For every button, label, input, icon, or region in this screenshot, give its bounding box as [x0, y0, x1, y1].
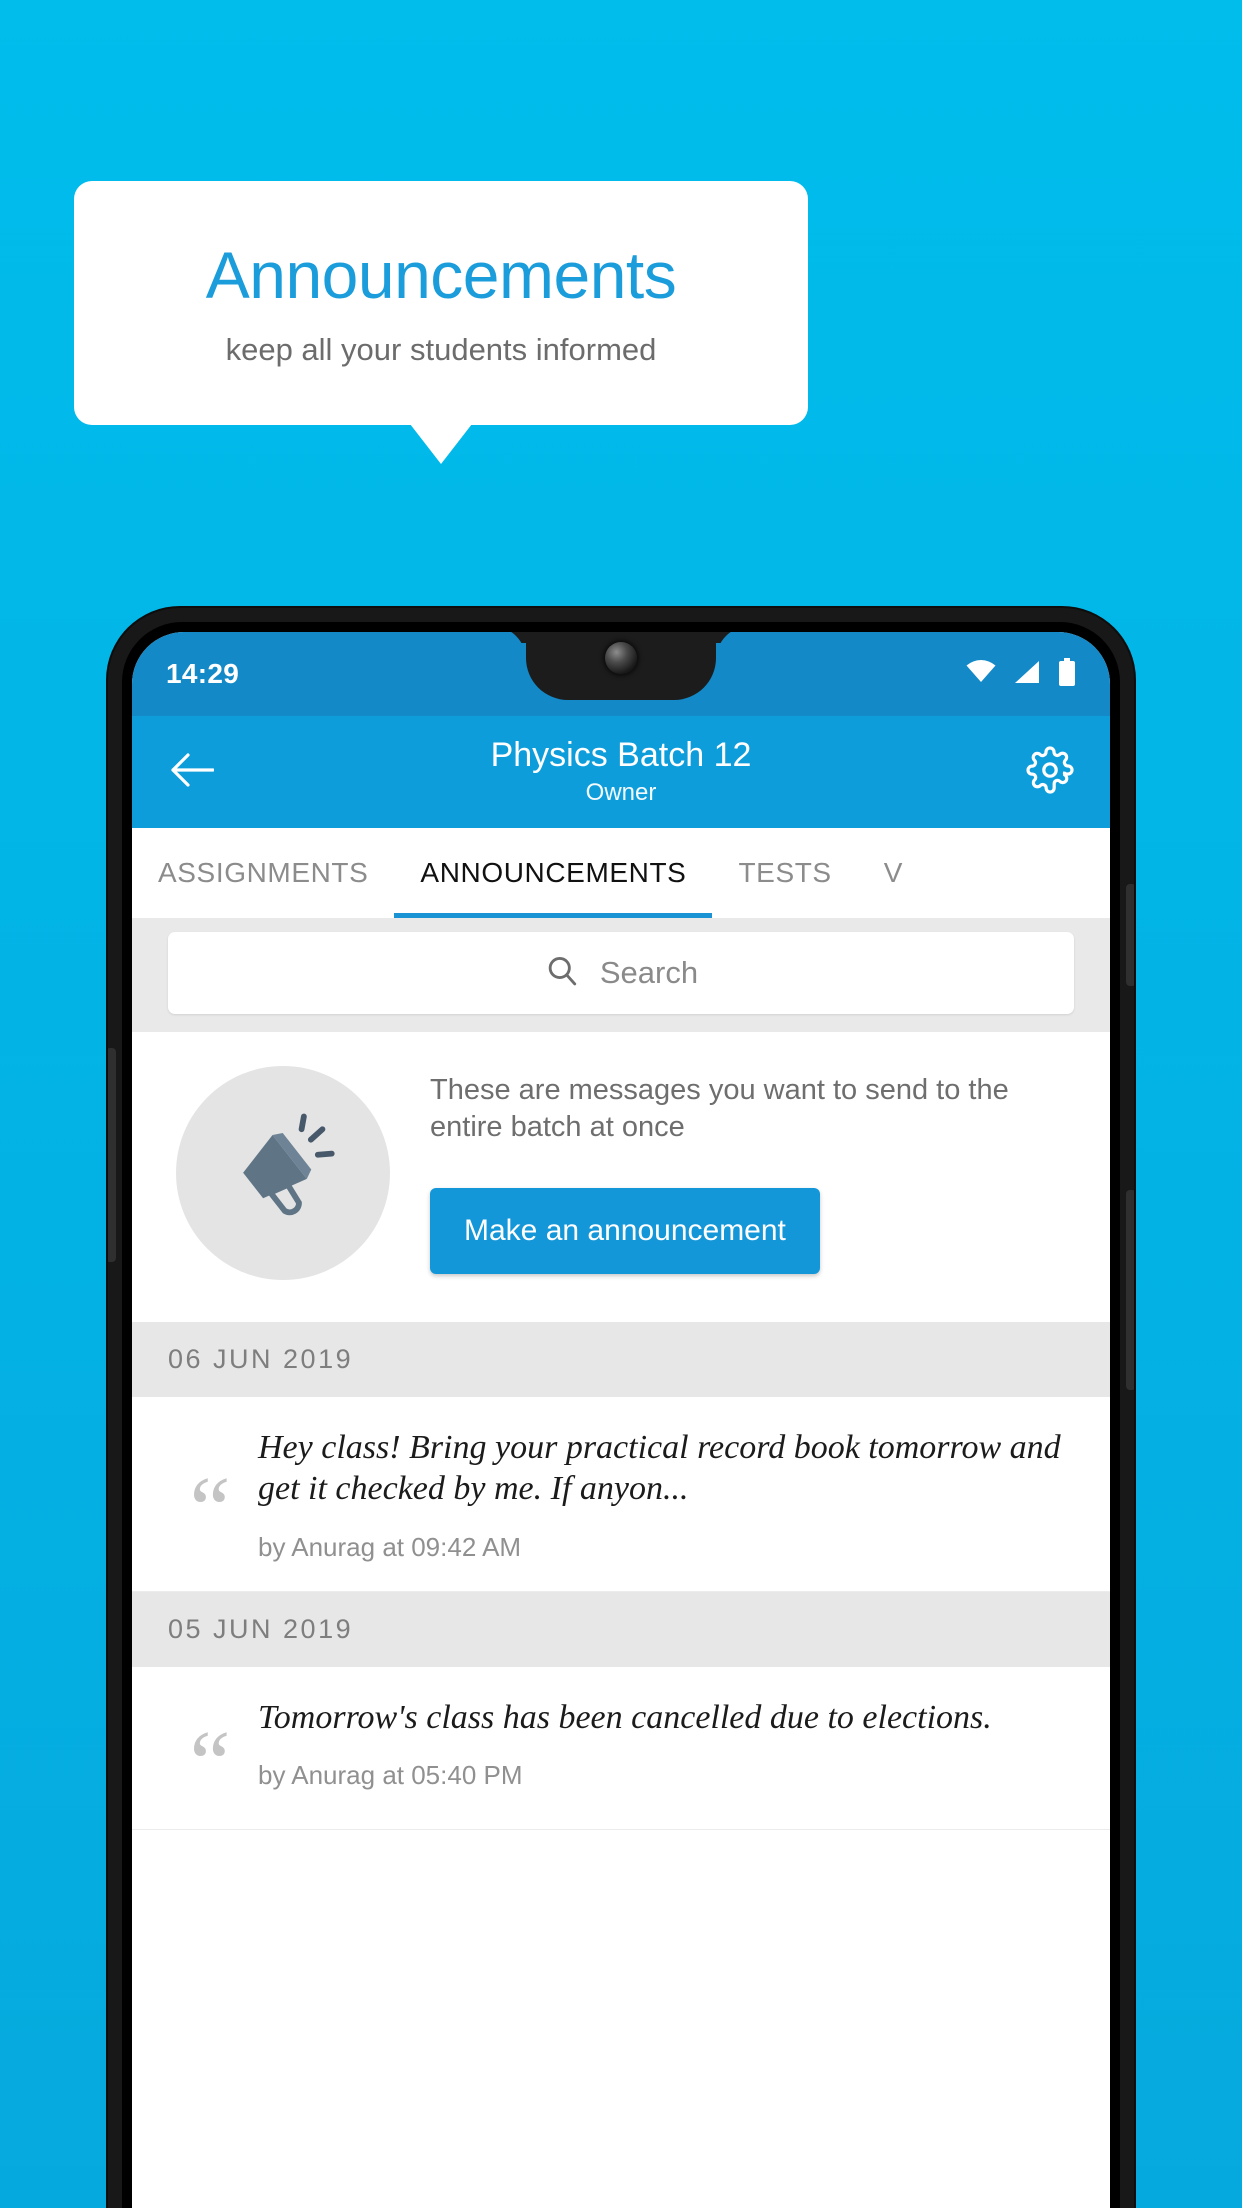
announcement-row[interactable]: “ Hey class! Bring your practical record…	[132, 1397, 1110, 1592]
status-time: 14:29	[166, 658, 240, 689]
phone-bezel: 14:29 Physics Batch 12 Owner ASSIGNMENTS…	[122, 622, 1120, 2208]
hero-callout-tail	[410, 424, 472, 464]
promo-content: These are messages you want to send to t…	[430, 1072, 1080, 1275]
search-section: Search	[132, 918, 1110, 1032]
hero-title: Announcements	[205, 237, 677, 312]
app-bar-titles: Physics Batch 12 Owner	[132, 735, 1110, 809]
announcement-row[interactable]: “ Tomorrow's class has been cancelled du…	[132, 1666, 1110, 1830]
phone-notch	[526, 632, 716, 700]
wifi-icon	[966, 659, 996, 689]
search-icon	[544, 953, 580, 994]
empty-state-promo: These are messages you want to send to t…	[132, 1032, 1110, 1322]
tab-bar[interactable]: ASSIGNMENTS ANNOUNCEMENTS TESTS V	[132, 828, 1110, 918]
tab-assignments-label: ASSIGNMENTS	[158, 857, 369, 888]
back-button[interactable]	[162, 742, 222, 802]
announcement-text: Hey class! Bring your practical record b…	[258, 1429, 1061, 1508]
announcement-text: Tomorrow's class has been cancelled due …	[258, 1698, 992, 1736]
phone-side-button-left	[108, 1048, 116, 1262]
settings-button[interactable]	[1020, 742, 1080, 802]
phone-power-button	[1126, 884, 1134, 986]
promo-icon-circle	[176, 1066, 390, 1280]
quote-open-icon: “	[189, 1458, 231, 1561]
promo-description: These are messages you want to send to t…	[430, 1073, 1009, 1143]
announcement-body: Hey class! Bring your practical record b…	[258, 1427, 1080, 1563]
hero-subtitle: keep all your students informed	[225, 331, 657, 367]
date-header: 05 JUN 2019	[132, 1591, 1110, 1667]
phone-screen: 14:29 Physics Batch 12 Owner ASSIGNMENTS…	[132, 632, 1110, 2208]
announcement-meta: by Anurag at 05:40 PM	[258, 1760, 523, 1791]
page-root: Announcements keep all your students inf…	[0, 0, 1242, 2208]
app-bar: Physics Batch 12 Owner	[132, 716, 1110, 828]
tab-next-partial[interactable]: V	[858, 828, 929, 918]
tab-assignments[interactable]: ASSIGNMENTS	[132, 828, 394, 918]
date-header: 06 JUN 2019	[132, 1322, 1110, 1397]
tab-announcements-label: ANNOUNCEMENTS	[420, 857, 687, 888]
phone-mockup: 14:29 Physics Batch 12 Owner ASSIGNMENTS…	[108, 608, 1134, 2208]
battery-icon	[1058, 657, 1076, 691]
announcement-body: Tomorrow's class has been cancelled due …	[258, 1697, 1080, 1801]
announcement-meta: by Anurag at 09:42 AM	[258, 1531, 522, 1562]
search-input[interactable]: Search	[168, 932, 1074, 1014]
hero-callout-card: Announcements keep all your students inf…	[74, 181, 808, 425]
tab-announcements[interactable]: ANNOUNCEMENTS	[394, 828, 713, 918]
gear-icon	[1026, 745, 1074, 799]
page-subtitle: Owner	[585, 778, 657, 806]
quote-open-icon: “	[189, 1711, 231, 1814]
tab-tests[interactable]: TESTS	[712, 828, 857, 918]
front-camera-icon	[605, 642, 637, 674]
back-arrow-icon	[170, 752, 215, 792]
megaphone-icon	[225, 1113, 341, 1234]
tab-tests-label: TESTS	[738, 857, 832, 888]
search-placeholder: Search	[599, 955, 699, 990]
status-icons	[966, 657, 1076, 691]
phone-volume-button	[1126, 1190, 1134, 1390]
tab-next-partial-label: V	[883, 857, 903, 888]
page-title: Physics Batch 12	[490, 735, 752, 774]
status-bar: 14:29	[132, 632, 1110, 716]
make-announcement-button[interactable]: Make an announcement	[430, 1188, 820, 1275]
signal-icon	[1014, 660, 1040, 689]
